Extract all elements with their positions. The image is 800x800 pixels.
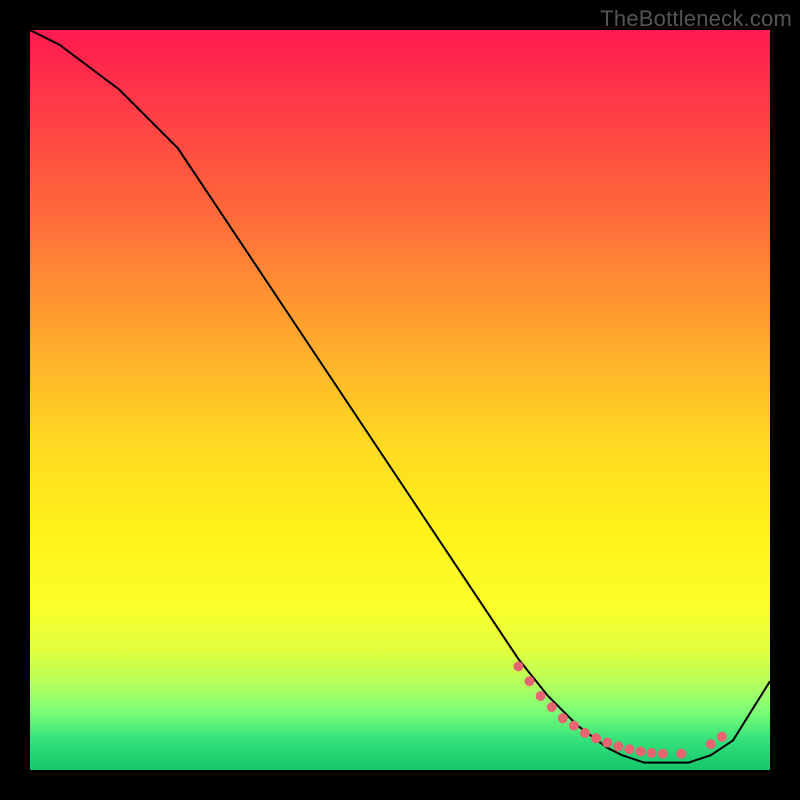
curve-line: [30, 30, 770, 763]
marker-dot: [613, 741, 623, 751]
marker-dot: [676, 749, 686, 759]
marker-dot: [580, 728, 590, 738]
marker-dot: [558, 713, 568, 723]
marker-dot: [536, 691, 546, 701]
marker-dot: [547, 702, 557, 712]
marker-dot: [636, 747, 646, 757]
marker-dot: [658, 749, 668, 759]
marker-dot: [706, 739, 716, 749]
marker-dot: [525, 676, 535, 686]
marker-group: [513, 661, 727, 758]
plot-area: [30, 30, 770, 770]
chart-svg: [30, 30, 770, 770]
marker-dot: [591, 733, 601, 743]
marker-dot: [717, 732, 727, 742]
marker-dot: [569, 721, 579, 731]
chart-frame: TheBottleneck.com: [0, 0, 800, 800]
marker-dot: [513, 661, 523, 671]
watermark-text: TheBottleneck.com: [600, 6, 792, 32]
marker-dot: [624, 744, 634, 754]
marker-dot: [602, 738, 612, 748]
marker-dot: [647, 748, 657, 758]
